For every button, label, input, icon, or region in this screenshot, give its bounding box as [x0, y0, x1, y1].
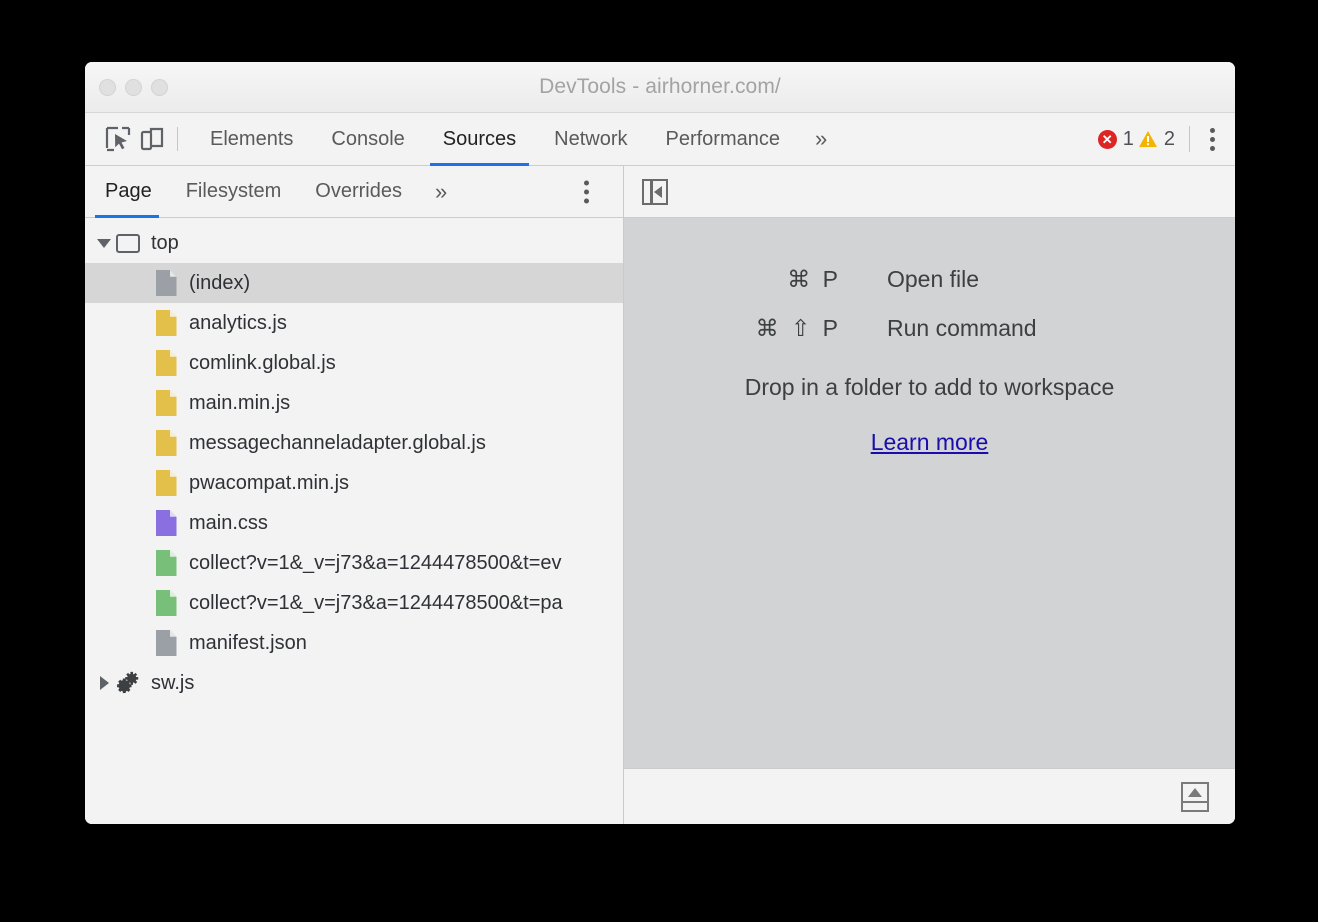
drop-folder-hint: Drop in a folder to add to workspace [745, 374, 1114, 401]
nav-tab-filesystem[interactable]: Filesystem [169, 166, 299, 217]
tree-row-label: comlink.global.js [189, 352, 336, 375]
tree-row-label: pwacompat.min.js [189, 472, 349, 495]
tree-row[interactable]: comlink.global.js [85, 343, 623, 383]
fetch-file-icon [153, 550, 179, 576]
warning-count: 2 [1164, 128, 1175, 151]
error-icon: ✕ [1098, 130, 1117, 149]
shortcut-open-file-keys: ⌘ P [712, 266, 887, 293]
window-controls [99, 62, 168, 112]
shortcut-run-command-keys: ⌘ ⇧ P [712, 315, 887, 342]
tree-row[interactable]: top [85, 223, 623, 263]
editor-toolbar [624, 166, 1235, 218]
expander-collapse-icon[interactable] [93, 239, 115, 248]
inspect-element-icon[interactable] [101, 122, 135, 156]
window-title: DevTools - airhorner.com/ [85, 75, 1235, 99]
tree-row-label: analytics.js [189, 312, 287, 335]
panel-body: Page Filesystem Overrides » top (index) an… [85, 166, 1235, 824]
tree-row[interactable]: main.min.js [85, 383, 623, 423]
tree-row-label: collect?v=1&_v=j73&a=1244478500&t=pa [189, 592, 563, 615]
tab-sources[interactable]: Sources [424, 113, 535, 165]
tab-console[interactable]: Console [312, 113, 423, 165]
editor-statusbar [624, 768, 1235, 824]
tree-row-label: main.min.js [189, 392, 290, 415]
more-tabs-icon[interactable]: » [799, 113, 843, 165]
file-tree: top (index) analytics.js comlink.global.js m… [85, 218, 623, 824]
shortcut-run-command-label: Run command [887, 315, 1147, 342]
frame-icon [115, 230, 141, 256]
tree-row-label: manifest.json [189, 632, 307, 655]
tree-row-label: collect?v=1&_v=j73&a=1244478500&t=ev [189, 552, 562, 575]
error-count: 1 [1123, 128, 1134, 151]
expander-expand-icon[interactable] [93, 676, 115, 690]
panel-tabs: Elements Console Sources Network Perform… [191, 113, 843, 165]
tab-performance[interactable]: Performance [647, 113, 800, 165]
document-file-icon [153, 630, 179, 656]
editor-pane: ⌘ P Open file ⌘ ⇧ P Run command Drop in … [624, 166, 1235, 824]
service-worker-gear-icon [115, 670, 141, 696]
toolbar-divider-right [1189, 126, 1190, 152]
error-counter[interactable]: ✕ 1 [1098, 128, 1134, 151]
toolbar-right-group: ✕ 1 2 [1098, 113, 1223, 165]
tab-network[interactable]: Network [535, 113, 646, 165]
navigator-tabbar: Page Filesystem Overrides » [85, 166, 623, 218]
script-file-icon [153, 470, 179, 496]
warning-icon [1138, 130, 1158, 148]
shortcut-run-command: ⌘ ⇧ P Run command [712, 315, 1147, 342]
navigator-panel: Page Filesystem Overrides » top (index) an… [85, 166, 624, 824]
main-toolbar: Elements Console Sources Network Perform… [85, 113, 1235, 166]
shortcut-open-file: ⌘ P Open file [712, 266, 1147, 293]
kebab-menu-icon[interactable] [1202, 122, 1223, 157]
editor-placeholder: ⌘ P Open file ⌘ ⇧ P Run command Drop in … [624, 218, 1235, 768]
maximize-button[interactable] [151, 79, 168, 96]
tree-row[interactable]: sw.js [85, 663, 623, 703]
close-button[interactable] [99, 79, 116, 96]
navigator-more-tabs-icon[interactable]: » [419, 166, 463, 217]
warning-counter[interactable]: 2 [1138, 128, 1175, 151]
tree-row-label: sw.js [151, 672, 194, 695]
tree-row-label: top [151, 232, 179, 255]
window-titlebar: DevTools - airhorner.com/ [85, 62, 1235, 113]
shortcut-open-file-label: Open file [887, 266, 1147, 293]
tree-row-label: messagechanneladapter.global.js [189, 432, 486, 455]
nav-tab-overrides[interactable]: Overrides [298, 166, 419, 217]
minimize-button[interactable] [125, 79, 142, 96]
collapse-sidebar-icon[interactable] [642, 179, 668, 205]
document-file-icon [153, 270, 179, 296]
stylesheet-file-icon [153, 510, 179, 536]
device-toolbar-icon[interactable] [135, 122, 169, 156]
navigator-kebab-menu-icon[interactable] [576, 174, 597, 209]
tree-row[interactable]: main.css [85, 503, 623, 543]
fetch-file-icon [153, 590, 179, 616]
learn-more-link[interactable]: Learn more [871, 429, 989, 456]
tree-row[interactable]: messagechanneladapter.global.js [85, 423, 623, 463]
show-drawer-icon[interactable] [1181, 782, 1209, 812]
toolbar-divider [177, 127, 178, 151]
tab-elements[interactable]: Elements [191, 113, 312, 165]
tree-row[interactable]: analytics.js [85, 303, 623, 343]
tree-row-label: main.css [189, 512, 268, 535]
script-file-icon [153, 390, 179, 416]
tree-row[interactable]: collect?v=1&_v=j73&a=1244478500&t=pa [85, 583, 623, 623]
tree-row-label: (index) [189, 272, 250, 295]
tree-row[interactable]: manifest.json [85, 623, 623, 663]
devtools-window: DevTools - airhorner.com/ Elements Conso… [85, 62, 1235, 824]
script-file-icon [153, 350, 179, 376]
script-file-icon [153, 310, 179, 336]
nav-tab-page[interactable]: Page [85, 166, 169, 217]
tree-row[interactable]: (index) [85, 263, 623, 303]
tree-row[interactable]: pwacompat.min.js [85, 463, 623, 503]
script-file-icon [153, 430, 179, 456]
tree-row[interactable]: collect?v=1&_v=j73&a=1244478500&t=ev [85, 543, 623, 583]
